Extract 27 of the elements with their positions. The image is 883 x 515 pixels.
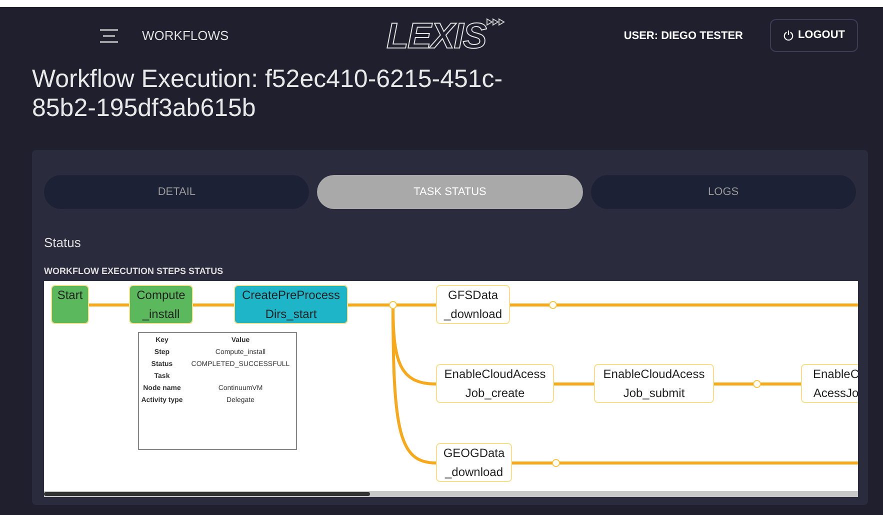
logout-button[interactable]: LOGOUT <box>770 19 858 52</box>
menu-link[interactable]: WORKFLOWS <box>142 26 229 46</box>
workflow-node[interactable]: EnableCloudAcess Job_submit <box>594 364 714 403</box>
workflow-node[interactable]: GFSData _download <box>436 285 510 324</box>
user-name: USER: DIEGO TESTER <box>624 28 743 44</box>
workflow-node[interactable]: EnableCloudAcess Job_create <box>436 364 554 403</box>
logo: LEXIS <box>386 18 506 54</box>
page-title: Workflow Execution: f52ec410-6215-451c-85b2-195df3ab615b <box>32 65 504 123</box>
tab[interactable]: LOGS <box>590 175 856 209</box>
arrows-icon <box>486 18 506 26</box>
workflow-node[interactable]: CreatePreProcess Dirs_start <box>234 285 348 324</box>
workflow-node[interactable]: Compute _install <box>129 285 193 324</box>
junction-dot <box>389 301 397 309</box>
junction-dot <box>552 459 560 467</box>
diagram-title: WORKFLOW EXECUTION STEPS STATUS <box>44 264 224 278</box>
junction-dot <box>549 301 557 309</box>
connector-line <box>554 382 594 386</box>
section-title: Status <box>44 234 82 252</box>
junction-dot <box>753 380 761 388</box>
workflow-node[interactable]: GEOGData _download <box>436 443 512 482</box>
power-icon <box>782 30 794 41</box>
tab[interactable]: DETAIL <box>44 175 310 209</box>
scrollbar-thumb[interactable] <box>44 492 370 496</box>
workflow-node[interactable]: Start <box>51 285 89 324</box>
connector-line <box>193 304 234 306</box>
menu-icon[interactable] <box>100 29 118 43</box>
connector-line <box>89 304 129 306</box>
